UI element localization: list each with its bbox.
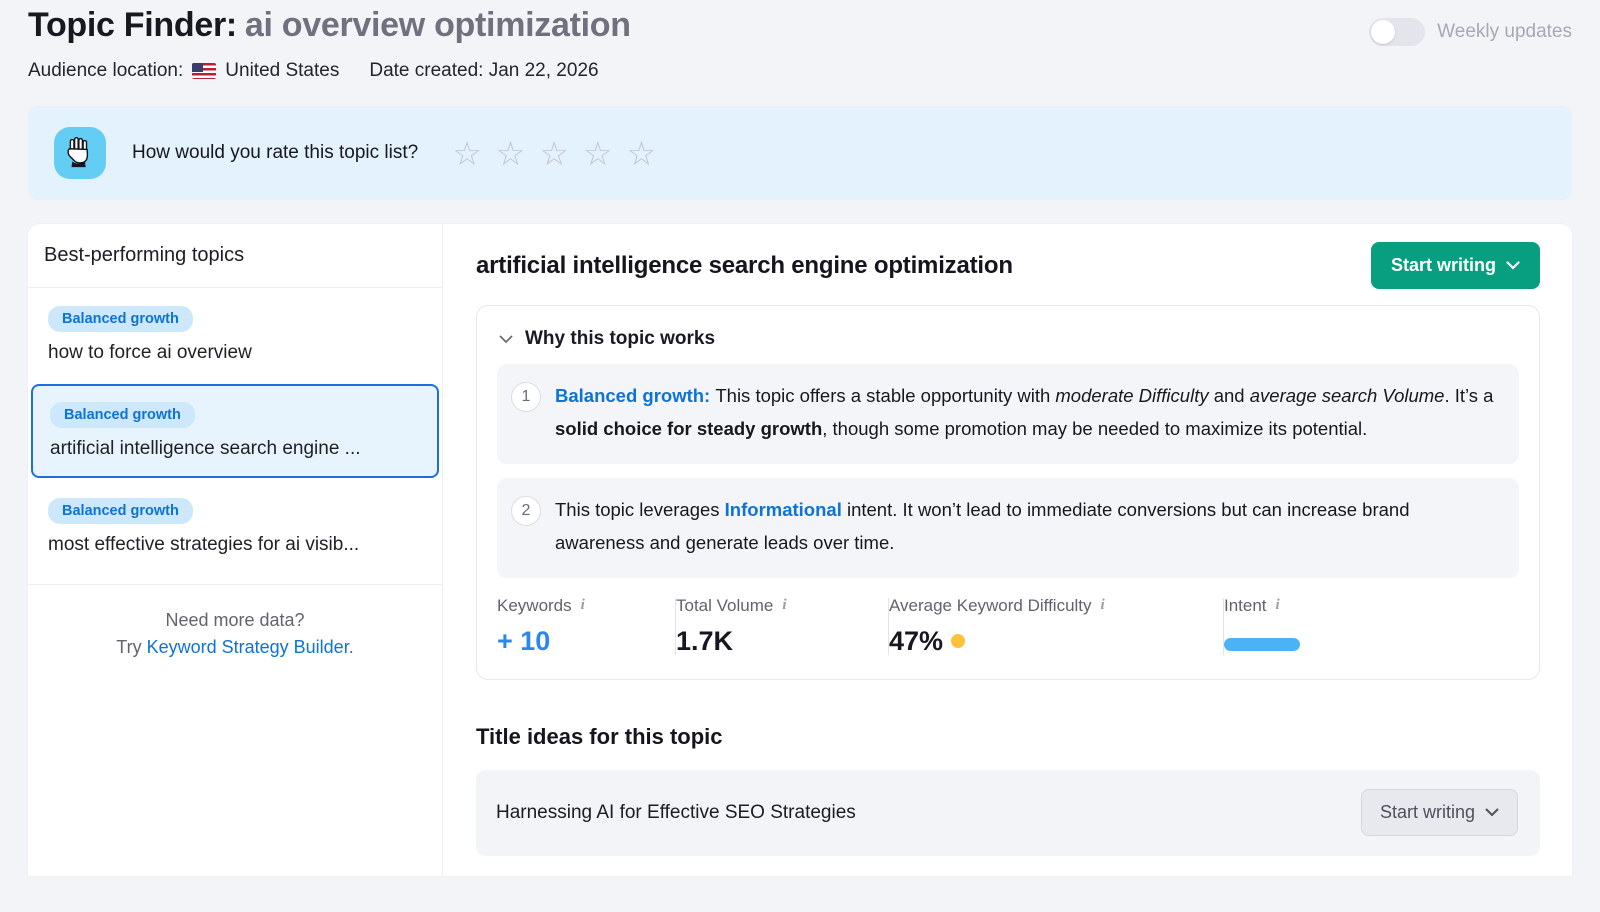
rating-banner: How would you rate this topic list? ☆ ☆ … <box>28 106 1572 200</box>
why-topic-works-header[interactable]: Why this topic works <box>497 324 1519 364</box>
start-writing-label: Start writing <box>1391 255 1496 276</box>
title-ideas-heading: Title ideas for this topic <box>476 724 1540 750</box>
star-rating: ☆ ☆ ☆ ☆ ☆ <box>452 137 656 170</box>
point-text-segment: moderate Difficulty <box>1055 385 1208 406</box>
why-topic-works-title: Why this topic works <box>525 328 715 350</box>
page-header: Topic Finder:ai overview optimization We… <box>28 0 1572 46</box>
kd-value: 47% <box>889 626 943 657</box>
metric-keyword-difficulty: Average Keyword Difficulty i 47% <box>889 596 1223 657</box>
info-icon[interactable]: i <box>581 597 585 614</box>
ksb-suggestion: Try Keyword Strategy Builder. <box>38 634 432 661</box>
page-title-query: ai overview optimization <box>245 6 631 44</box>
point-text-segment: and <box>1209 385 1250 406</box>
keyword-strategy-builder-link[interactable]: Keyword Strategy Builder <box>147 637 349 657</box>
topic-list-item-1[interactable]: Balanced growth how to force ai overview <box>28 288 442 382</box>
intent-bar <box>1224 638 1300 651</box>
point-text-segment: average search Volume <box>1250 385 1445 406</box>
info-icon[interactable]: i <box>1276 597 1280 614</box>
total-volume-value: 1.7K <box>676 626 860 657</box>
topic-item-title: most effective strategies for ai visib..… <box>48 534 422 556</box>
star-icon-4[interactable]: ☆ <box>583 137 613 170</box>
topic-detail-pane: artificial intelligence search engine op… <box>443 224 1572 876</box>
point-text-segment: solid choice for steady growth <box>555 418 822 439</box>
us-flag-icon <box>192 63 216 79</box>
waving-hand-icon <box>54 127 106 179</box>
topic-list-item-3[interactable]: Balanced growth most effective strategie… <box>28 480 442 574</box>
star-icon-3[interactable]: ☆ <box>539 137 569 170</box>
content-card: Best-performing topics Balanced growth h… <box>28 224 1572 876</box>
metric-intent: Intenti <box>1224 596 1328 657</box>
page-title-prefix: Topic Finder: <box>28 6 237 44</box>
kd-label: Average Keyword Difficulty <box>889 596 1092 616</box>
keywords-value: + 10 <box>497 626 647 657</box>
title-idea-text: Harnessing AI for Effective SEO Strategi… <box>496 802 856 824</box>
toggle-knob <box>1371 20 1395 44</box>
star-icon-5[interactable]: ☆ <box>627 137 657 170</box>
topic-badge: Balanced growth <box>50 402 195 428</box>
info-icon[interactable]: i <box>782 597 786 614</box>
star-icon-2[interactable]: ☆ <box>496 137 526 170</box>
period-text: . <box>349 637 354 657</box>
topic-item-title: how to force ai overview <box>48 342 422 364</box>
start-writing-idea-button[interactable]: Start writing <box>1361 789 1518 836</box>
weekly-updates-toggle[interactable] <box>1369 18 1425 46</box>
start-writing-button[interactable]: Start writing <box>1371 242 1540 289</box>
topic-badge: Balanced growth <box>48 498 193 524</box>
topic-badge: Balanced growth <box>48 306 193 332</box>
topic-list-item-2-selected[interactable]: Balanced growth artificial intelligence … <box>31 384 439 478</box>
collapse-chevron-icon <box>499 335 513 344</box>
why-topic-works-card: Why this topic works 1 Balanced growth: … <box>476 305 1540 680</box>
why-point-1: 1 Balanced growth: This topic offers a s… <box>497 364 1519 464</box>
why-point-2: 2 This topic leverages Informational int… <box>497 478 1519 578</box>
try-text: Try <box>116 637 146 657</box>
audience-location-label: Audience location: <box>28 60 183 82</box>
total-volume-label: Total Volume <box>676 596 773 616</box>
intent-label: Intent <box>1224 596 1267 616</box>
keywords-label: Keywords <box>497 596 572 616</box>
sidebar-footer: Need more data? Try Keyword Strategy Bui… <box>28 585 442 683</box>
weekly-updates-control: Weekly updates <box>1369 18 1572 46</box>
balanced-growth-term: Balanced growth: <box>555 385 715 406</box>
metric-keywords: Keywords i + 10 <box>497 596 675 657</box>
point-text-segment: , though some promotion may be needed to… <box>822 418 1367 439</box>
audience-location-value: United States <box>225 60 339 82</box>
chevron-down-icon <box>1506 261 1520 270</box>
date-created: Date created: Jan 22, 2026 <box>369 60 598 82</box>
title-idea-row: Harnessing AI for Effective SEO Strategi… <box>476 770 1540 856</box>
need-more-data-text: Need more data? <box>38 607 432 634</box>
info-icon[interactable]: i <box>1101 597 1105 614</box>
topic-finder-page: Topic Finder:ai overview optimization We… <box>0 0 1600 912</box>
difficulty-dot-icon <box>951 634 965 648</box>
rating-question: How would you rate this topic list? <box>132 142 418 164</box>
page-title: Topic Finder:ai overview optimization <box>28 6 631 45</box>
report-meta: Audience location: United States Date cr… <box>28 60 1572 82</box>
point-text: Balanced growth: This topic offers a sta… <box>555 380 1499 446</box>
topics-sidebar: Best-performing topics Balanced growth h… <box>28 224 443 876</box>
weekly-updates-label: Weekly updates <box>1437 21 1572 43</box>
sidebar-title: Best-performing topics <box>28 224 442 288</box>
metric-total-volume: Total Volume i 1.7K <box>676 596 888 657</box>
selected-topic-title: artificial intelligence search engine op… <box>476 252 1013 280</box>
point-text: This topic leverages Informational inten… <box>555 494 1499 560</box>
point-text-segment: This topic leverages <box>555 499 725 520</box>
topic-item-title: artificial intelligence search engine ..… <box>50 438 420 460</box>
star-icon-1[interactable]: ☆ <box>452 137 482 170</box>
hand-illustration <box>63 136 97 170</box>
topic-detail-header: artificial intelligence search engine op… <box>476 242 1540 289</box>
point-text-segment: This topic offers a stable opportunity w… <box>715 385 1055 406</box>
point-number: 1 <box>511 382 541 412</box>
topic-metrics: Keywords i + 10 Total Volume i 1.7K Averag… <box>497 592 1519 657</box>
point-text-segment: . It’s a <box>1444 385 1493 406</box>
start-writing-idea-label: Start writing <box>1380 802 1475 823</box>
informational-term: Informational <box>725 499 842 520</box>
chevron-down-icon <box>1485 808 1499 817</box>
point-number: 2 <box>511 496 541 526</box>
